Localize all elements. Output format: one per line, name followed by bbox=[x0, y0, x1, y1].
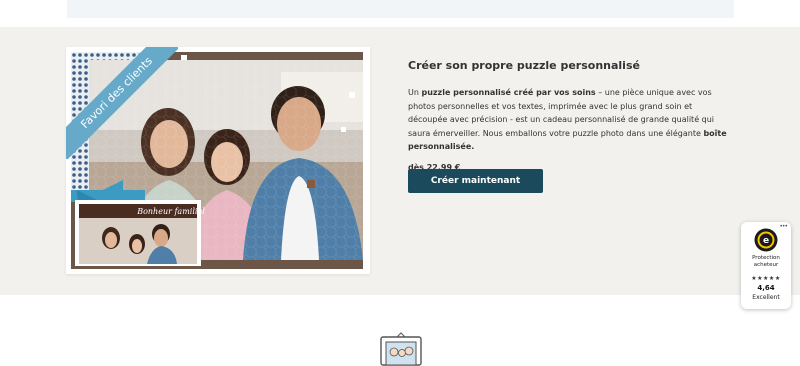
favorite-ribbon: Favori des clients bbox=[66, 47, 178, 159]
desc-highlight-1: puzzle personnalisé créé par vos soins bbox=[421, 88, 596, 97]
create-now-button[interactable]: Créer maintenant bbox=[408, 169, 543, 193]
favorite-ribbon-label: Favori des clients bbox=[66, 47, 178, 159]
photo-frame-icon bbox=[380, 332, 422, 366]
top-content-box bbox=[67, 0, 734, 18]
badge-label: Protection acheteur bbox=[752, 255, 780, 268]
badge-menu-icon[interactable]: ••• bbox=[779, 223, 788, 230]
product-description: Un puzzle personnalisé créé par vos soin… bbox=[408, 88, 727, 151]
product-info: Créer son propre puzzle personnalisé Un … bbox=[408, 58, 728, 174]
product-heading: Créer son propre puzzle personnalisé bbox=[408, 59, 640, 72]
inset-photo-caption: Bonheur familial bbox=[136, 207, 205, 216]
trust-seal-icon: e bbox=[754, 228, 778, 252]
rating-score: 4,64 bbox=[757, 284, 775, 292]
top-section bbox=[0, 0, 800, 27]
rating-grade: Excellent bbox=[752, 294, 780, 301]
svg-text:e: e bbox=[763, 236, 769, 246]
trusted-shops-badge[interactable]: ••• e Protection acheteur ★★★★★ 4,64 Exc… bbox=[741, 222, 791, 309]
rating-stars: ★★★★★ bbox=[751, 275, 781, 282]
